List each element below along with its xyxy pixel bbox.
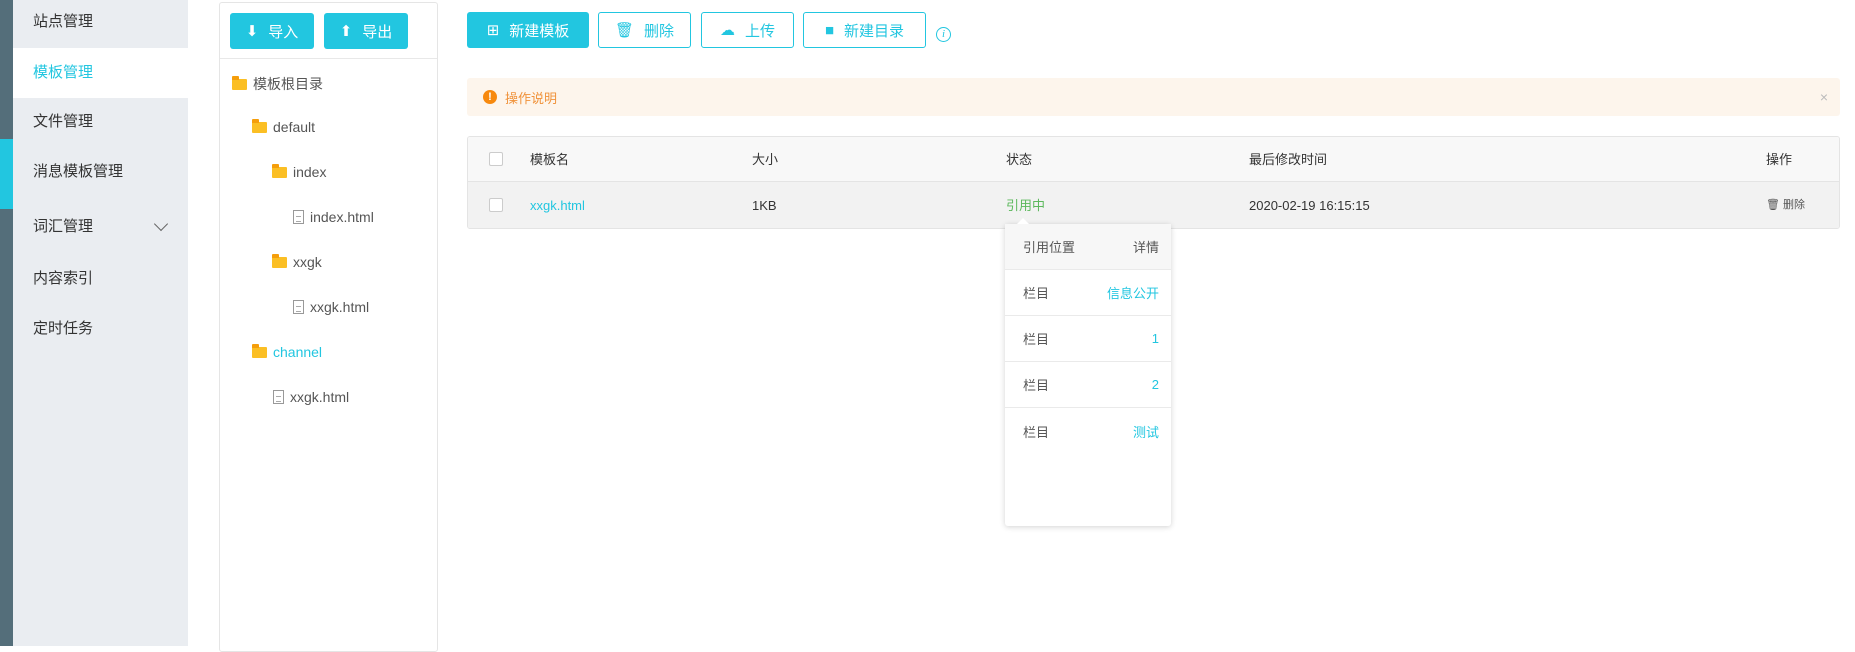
tree-node[interactable]: xxgk.html xyxy=(273,389,349,405)
popover-header-detail: 详情 xyxy=(1132,240,1159,255)
sidebar-item-scheduled-task[interactable]: 定时任务 xyxy=(13,304,188,354)
popover-row-link[interactable]: 测试 xyxy=(1133,422,1159,441)
trash-icon: 🗑 xyxy=(1766,199,1784,211)
col-modified: 最后修改时间 xyxy=(1249,152,1328,167)
folder-icon xyxy=(232,75,247,90)
row-checkbox[interactable] xyxy=(489,198,503,212)
folder-icon xyxy=(272,163,287,178)
sidebar-item-template[interactable]: 模板管理 xyxy=(13,48,188,98)
folder-icon xyxy=(252,343,267,358)
popover-row: 栏目 测试 xyxy=(1005,408,1171,454)
col-action: 操作 xyxy=(1766,152,1793,167)
export-label: 导出 xyxy=(362,23,393,41)
popover-row-key: 栏目 xyxy=(1023,286,1050,301)
delete-label: 删除 xyxy=(644,22,675,40)
tree-node[interactable]: 模板根目录 xyxy=(232,74,323,94)
chevron-down-icon xyxy=(153,216,169,232)
new-template-button[interactable]: ⊞ 新建模板 xyxy=(467,12,589,48)
col-status: 状态 xyxy=(1006,152,1033,167)
node-label: xxgk.html xyxy=(290,389,350,405)
col-name: 模板名 xyxy=(530,152,570,167)
tree-node[interactable]: index.html xyxy=(293,209,374,225)
file-icon xyxy=(293,210,304,224)
new-directory-label: 新建目录 xyxy=(844,22,905,40)
popover-row: 栏目 2 xyxy=(1005,362,1171,408)
template-table: 模板名 大小 状态 最后修改时间 操作 xxgk.html 1KB 引用中 20… xyxy=(467,136,1840,229)
tree-node[interactable]: default xyxy=(252,118,316,135)
tree-node[interactable]: xxgk.html xyxy=(293,299,369,315)
folder-icon: ■ xyxy=(824,21,835,39)
new-directory-button[interactable]: ■ 新建目录 xyxy=(803,12,926,48)
import-button[interactable]: ⬇ 导入 xyxy=(230,13,314,49)
popover-header: 引用位置 详情 xyxy=(1005,224,1171,270)
row-delete-label: 删除 xyxy=(1783,199,1806,211)
popover-row: 栏目 1 xyxy=(1005,316,1171,362)
table-row: xxgk.html 1KB 引用中 2020-02-19 16:15:15 🗑 … xyxy=(468,182,1839,228)
sidebar-item-label: 词汇管理 xyxy=(33,218,94,235)
folder-icon xyxy=(272,253,287,268)
add-file-icon: ⊞ xyxy=(486,22,500,39)
popover-row-key: 栏目 xyxy=(1023,378,1050,393)
folder-download-icon: ⬇ xyxy=(245,23,259,40)
file-icon xyxy=(293,300,304,314)
folder-icon xyxy=(252,118,267,133)
delete-button[interactable]: 🗑 删除 xyxy=(598,12,691,48)
sidebar-item-vocabulary[interactable]: 词汇管理 xyxy=(13,202,188,252)
col-size: 大小 xyxy=(752,152,779,167)
warning-icon: ! xyxy=(483,90,497,104)
node-label: 模板根目录 xyxy=(253,76,323,92)
popover-row-key: 栏目 xyxy=(1023,332,1050,347)
sidebar-item-file[interactable]: 文件管理 xyxy=(13,97,188,147)
info-icon[interactable]: i xyxy=(936,27,951,42)
trash-icon: 🗑 xyxy=(614,22,635,39)
row-delete-button[interactable]: 🗑 删除 xyxy=(1766,182,1806,228)
node-label: index.html xyxy=(310,209,374,225)
new-template-label: 新建模板 xyxy=(509,22,570,40)
template-tree-panel: ⬇ 导入 ⬆ 导出 模板根目录 default index index.html x… xyxy=(219,2,438,652)
export-button[interactable]: ⬆ 导出 xyxy=(324,13,408,49)
node-label: xxgk.html xyxy=(310,299,370,315)
upload-button[interactable]: ☁ 上传 xyxy=(701,12,794,48)
popover-row-link[interactable]: 信息公开 xyxy=(1107,283,1159,302)
template-name-link[interactable]: xxgk.html xyxy=(530,182,585,228)
sidebar-item-site[interactable]: 站点管理 xyxy=(13,0,188,47)
node-label: default xyxy=(273,119,316,135)
app-rail xyxy=(0,0,13,646)
node-label: index xyxy=(293,164,327,180)
tree-node[interactable]: index xyxy=(272,163,327,180)
node-label: xxgk xyxy=(293,254,322,270)
folder-upload-icon: ⬆ xyxy=(339,23,353,40)
popover-row-link[interactable]: 2 xyxy=(1152,377,1159,392)
popover-row: 栏目 信息公开 xyxy=(1005,270,1171,316)
file-icon xyxy=(273,390,284,404)
alert-text[interactable]: 操作说明 xyxy=(505,88,557,107)
operation-notice-alert: ! 操作说明 × xyxy=(467,78,1840,116)
node-label: channel xyxy=(273,344,323,360)
size-cell: 1KB xyxy=(752,198,777,213)
table-header: 模板名 大小 状态 最后修改时间 操作 xyxy=(468,137,1839,182)
sidebar: 站点管理 模板管理 文件管理 消息模板管理 词汇管理 内容索引 定时任务 xyxy=(13,0,188,646)
cloud-upload-icon: ☁ xyxy=(719,22,735,39)
close-icon[interactable]: × xyxy=(1820,89,1828,105)
modified-cell: 2020-02-19 16:15:15 xyxy=(1249,198,1370,213)
import-label: 导入 xyxy=(268,23,299,41)
sidebar-item-message-template[interactable]: 消息模板管理 xyxy=(13,147,188,197)
rail-active-indicator xyxy=(0,139,13,209)
popover-row-key: 栏目 xyxy=(1023,424,1050,440)
reference-popover: 引用位置 详情 栏目 信息公开 栏目 1 栏目 2 栏目 测试 xyxy=(1005,218,1171,526)
popover-row-link[interactable]: 1 xyxy=(1152,331,1159,346)
sidebar-item-content-index[interactable]: 内容索引 xyxy=(13,254,188,304)
popover-header-location: 引用位置 xyxy=(1023,240,1076,255)
upload-label: 上传 xyxy=(744,22,775,40)
select-all-checkbox[interactable] xyxy=(489,152,503,166)
tree-node-selected[interactable]: channel xyxy=(252,343,323,360)
tree-node[interactable]: xxgk xyxy=(272,253,322,270)
